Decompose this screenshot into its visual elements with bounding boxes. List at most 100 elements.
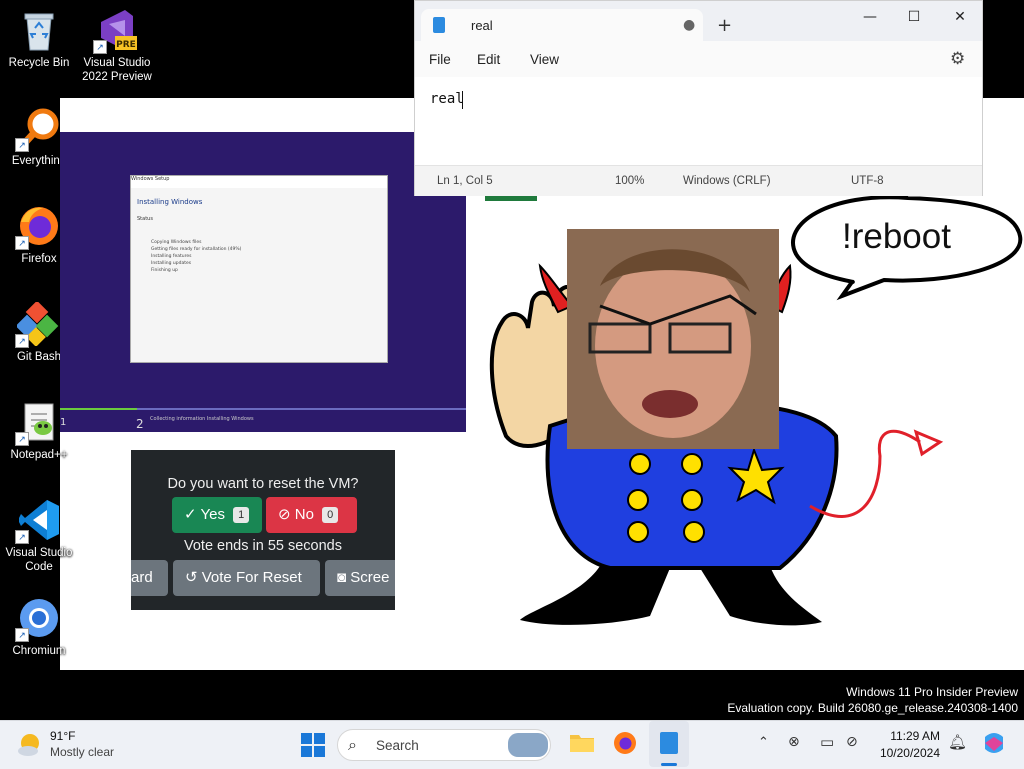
- status-line-ending: Windows (CRLF): [683, 175, 771, 187]
- screenshot-button-label: Scree: [350, 569, 390, 586]
- folder-icon: [570, 735, 594, 752]
- undo-icon: ↺: [185, 569, 198, 586]
- setup-step: Finishing up: [151, 268, 178, 273]
- ban-icon: ⊘: [278, 506, 291, 523]
- setup-dialog-title: Windows Setup: [131, 176, 387, 188]
- screenshot-button[interactable]: ◙ Scree: [325, 560, 395, 596]
- cartoon-left-leg: [520, 566, 670, 625]
- cartoon-right-leg: [700, 566, 822, 626]
- shortcut-arrow-icon: ↗: [93, 40, 107, 54]
- visual-studio-preview-icon: PRE ↗: [93, 8, 139, 54]
- desktop-icon-vscode[interactable]: ↗ Visual Studio Code: [1, 498, 77, 574]
- clock-time[interactable]: 11:29 AM: [876, 729, 940, 743]
- vscode-icon: ↗: [15, 498, 61, 544]
- setup-heading: Installing Windows: [137, 198, 203, 206]
- moon-cloud-icon: [18, 734, 39, 756]
- taskbar: 91°F Mostly clear ⌕ Search ⌃ ⊗ ▭ ⊘ 11:29…: [0, 720, 1024, 769]
- setup-step: Installing updates: [151, 261, 192, 266]
- notepad-menubar: File Edit View ⚙: [415, 41, 982, 77]
- git-bash-icon: ↗: [15, 300, 61, 348]
- new-tab-button[interactable]: +: [717, 15, 732, 36]
- notepad-editor[interactable]: real: [415, 77, 982, 165]
- vote-question: Do you want to reset the VM?: [167, 476, 359, 492]
- recycle-bin-icon: [17, 8, 61, 52]
- desktop-icon-label: Notepad++: [10, 449, 68, 461]
- clock-date[interactable]: 10/20/2024: [870, 746, 940, 760]
- notepad-tab-title: real: [471, 18, 493, 33]
- vote-panel: Do you want to reset the VM? ✓ Yes 1 ⊘ N…: [131, 450, 395, 610]
- weather-widget[interactable]: [16, 731, 44, 759]
- minimize-button[interactable]: —: [847, 5, 893, 29]
- watermark-line-1: Windows 11 Pro Insider Preview: [846, 685, 1018, 699]
- setup-status-label: Status: [137, 216, 153, 222]
- close-button[interactable]: ✕: [937, 5, 983, 29]
- shortcut-arrow-icon: ↗: [15, 334, 29, 348]
- watermark-line-2: Evaluation copy. Build 26080.ge_release.…: [727, 701, 1018, 715]
- notepad-statusbar: Ln 1, Col 5 100% Windows (CRLF) UTF-8: [415, 165, 982, 196]
- weather-temperature[interactable]: 91°F: [50, 729, 75, 743]
- check-icon: ✓: [184, 506, 197, 523]
- text-caret: [462, 91, 463, 109]
- notepad-window: real ● + — ☐ ✕ File Edit View ⚙ real Ln …: [414, 0, 983, 196]
- menu-edit[interactable]: Edit: [477, 52, 500, 67]
- setup-phase-text: Collecting information Installing Window…: [150, 416, 254, 422]
- setup-step: Copying Windows files: [151, 240, 202, 245]
- start-button[interactable]: [301, 733, 325, 757]
- desktop-icon-label: Visual Studio Code: [5, 547, 73, 573]
- vote-yes-label: Yes: [200, 506, 225, 523]
- vm-screen: Windows Setup Installing Windows Status …: [60, 132, 466, 432]
- copilot-icon: [985, 733, 1003, 753]
- desktop-icon-label: Recycle Bin: [8, 57, 70, 69]
- vote-for-reset-label: Vote For Reset: [201, 569, 302, 586]
- notepad-tab[interactable]: real ●: [421, 9, 703, 41]
- vote-no-label: No: [294, 506, 314, 523]
- taskbar-search[interactable]: ⌕ Search: [337, 729, 551, 761]
- copilot-button[interactable]: [982, 731, 1006, 755]
- firefox-icon: ↗: [15, 204, 61, 250]
- shortcut-arrow-icon: ↗: [15, 432, 29, 446]
- vote-countdown: Vote ends in 55 seconds: [183, 538, 342, 554]
- search-icon: ⌕: [348, 735, 357, 754]
- desktop-icon-recycle-bin[interactable]: Recycle Bin: [1, 8, 77, 70]
- keyboard-button-label: ard: [131, 569, 153, 586]
- volume-muted-icon[interactable]: ⊘: [846, 734, 858, 750]
- menu-view[interactable]: View: [530, 52, 559, 67]
- setup-step-number: 2: [136, 417, 144, 431]
- pre-badge-text: PRE: [116, 40, 136, 50]
- vote-for-reset-button[interactable]: ↺ Vote For Reset: [173, 560, 320, 596]
- shortcut-arrow-icon: ↗: [15, 628, 29, 642]
- search-highlight-image: [508, 733, 548, 757]
- vote-yes-button[interactable]: ✓ Yes 1: [172, 497, 262, 533]
- network-disconnected-icon[interactable]: ⊗: [788, 734, 800, 750]
- show-hidden-icons-chevron-icon[interactable]: ⌃: [758, 735, 769, 750]
- shortcut-arrow-icon: ↗: [15, 138, 29, 152]
- settings-gear-icon[interactable]: ⚙: [950, 49, 965, 69]
- status-cursor-position: Ln 1, Col 5: [437, 175, 493, 187]
- display-icon[interactable]: ▭: [820, 733, 834, 751]
- menu-file[interactable]: File: [429, 52, 451, 67]
- firefox-icon: [614, 732, 636, 754]
- desktop-icon-label: Chromium: [12, 645, 66, 657]
- cartoon-character: [489, 196, 1023, 626]
- firefox-taskbar-button[interactable]: [613, 731, 637, 755]
- unsaved-dot-icon[interactable]: ●: [683, 17, 695, 33]
- status-encoding: UTF-8: [851, 175, 884, 187]
- setup-step: Installing features: [151, 254, 192, 259]
- setup-step: Getting files ready for installation (49…: [151, 247, 242, 252]
- setup-step-number: 1: [60, 417, 67, 428]
- desktop-icon-visual-studio-preview[interactable]: PRE ↗ Visual Studio 2022 Preview: [79, 8, 155, 84]
- notepad-titlebar[interactable]: real ● + — ☐ ✕: [415, 1, 982, 41]
- editor-content: real: [430, 91, 464, 107]
- active-indicator: [661, 763, 677, 766]
- vote-yes-count: 1: [233, 507, 250, 524]
- file-explorer-taskbar-button[interactable]: [569, 731, 595, 753]
- vote-no-button[interactable]: ⊘ No 0: [266, 497, 357, 533]
- keyboard-button[interactable]: ard: [131, 560, 168, 596]
- weather-description[interactable]: Mostly clear: [50, 745, 114, 759]
- notepad-taskbar-button[interactable]: [649, 721, 689, 767]
- notification-bell-icon[interactable]: 🔔︎: [948, 733, 967, 751]
- desktop-icon-label: Visual Studio 2022 Preview: [82, 57, 152, 83]
- camera-icon: ◙: [337, 569, 347, 586]
- maximize-button[interactable]: ☐: [891, 5, 937, 29]
- desktop-icon-chromium[interactable]: ↗ Chromium: [1, 596, 77, 658]
